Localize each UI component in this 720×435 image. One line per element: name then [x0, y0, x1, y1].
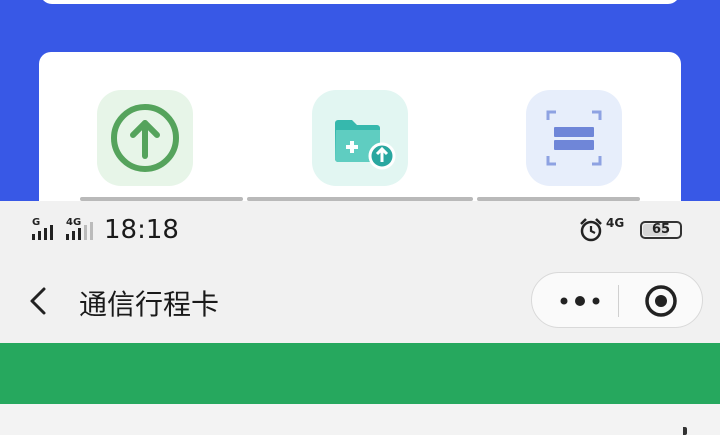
mini-program-nav-bar: 通信行程卡	[0, 261, 720, 343]
scan-tile[interactable]	[526, 90, 622, 186]
green-content-banner	[0, 343, 720, 404]
target-circle-icon[interactable]	[644, 284, 678, 318]
capsule-divider	[618, 285, 619, 317]
status-bar: G 4G 18:18 4G 65	[0, 201, 720, 435]
capsule-menu	[531, 272, 703, 328]
battery-level: 65	[651, 222, 671, 237]
alarm-clock-icon	[580, 218, 602, 242]
more-dots-icon[interactable]	[556, 291, 604, 311]
page-title: 通信行程卡	[79, 288, 220, 321]
battery-icon: 65	[640, 221, 682, 239]
folder-upload-tile[interactable]	[312, 90, 408, 186]
scan-frame-icon	[546, 110, 602, 166]
upload-arrow-icon	[111, 104, 179, 172]
chevron-left-icon[interactable]	[24, 283, 54, 319]
battery-tip	[683, 427, 687, 435]
upload-tile[interactable]	[97, 90, 193, 186]
top-card	[40, 0, 680, 4]
network-type-label: 4G	[606, 216, 625, 230]
status-time: 18:18	[104, 215, 179, 245]
folder-upload-icon	[335, 120, 396, 170]
